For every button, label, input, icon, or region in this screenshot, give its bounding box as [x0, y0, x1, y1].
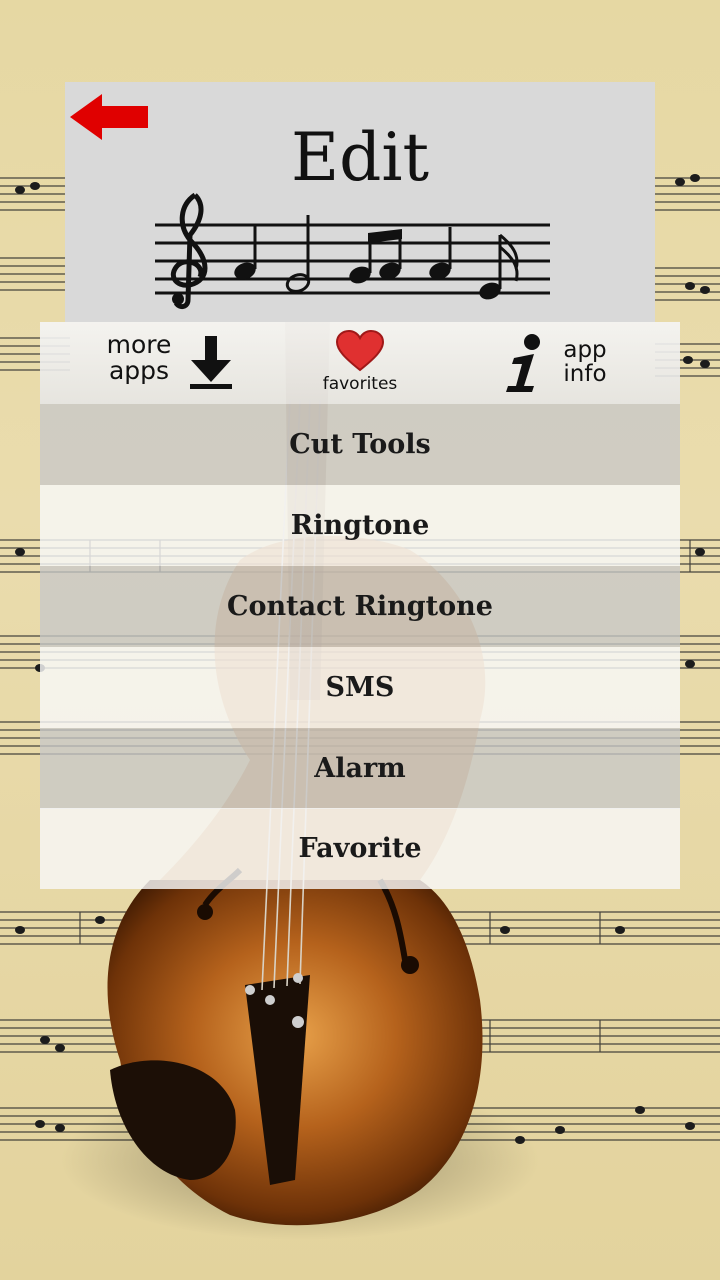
app-info-label: app info	[558, 338, 612, 386]
favorites-label: favorites	[322, 374, 398, 394]
menu-item-alarm[interactable]: Alarm	[40, 728, 680, 809]
more-apps-line1: more	[106, 330, 172, 359]
heart-icon	[335, 330, 385, 372]
menu-item-contact-ringtone[interactable]: Contact Ringtone	[40, 566, 680, 647]
menu-item-label: Cut Tools	[289, 429, 431, 460]
info-icon	[506, 334, 540, 392]
menu-item-sms[interactable]: SMS	[40, 647, 680, 728]
favorites-button[interactable]: favorites	[315, 330, 405, 396]
app-info-line2: info	[563, 361, 607, 387]
menu-item-cut-tools[interactable]: Cut Tools	[40, 404, 680, 485]
menu-item-label: Contact Ringtone	[227, 591, 493, 622]
app-info-line1: app	[563, 337, 607, 363]
menu-item-favorite[interactable]: Favorite	[40, 808, 680, 889]
menu-item-ringtone[interactable]: Ringtone	[40, 485, 680, 566]
menu-item-label: Alarm	[314, 753, 406, 784]
more-apps-button[interactable]: more apps	[100, 332, 240, 394]
download-icon	[190, 336, 232, 389]
menu-item-label: Favorite	[298, 833, 422, 864]
menu-item-label: SMS	[325, 672, 395, 703]
music-staff-icon	[155, 192, 550, 310]
more-apps-label: more apps	[100, 332, 178, 384]
more-apps-line2: apps	[108, 356, 170, 385]
menu-item-label: Ringtone	[290, 510, 430, 541]
app-info-button[interactable]: app info	[500, 334, 610, 394]
